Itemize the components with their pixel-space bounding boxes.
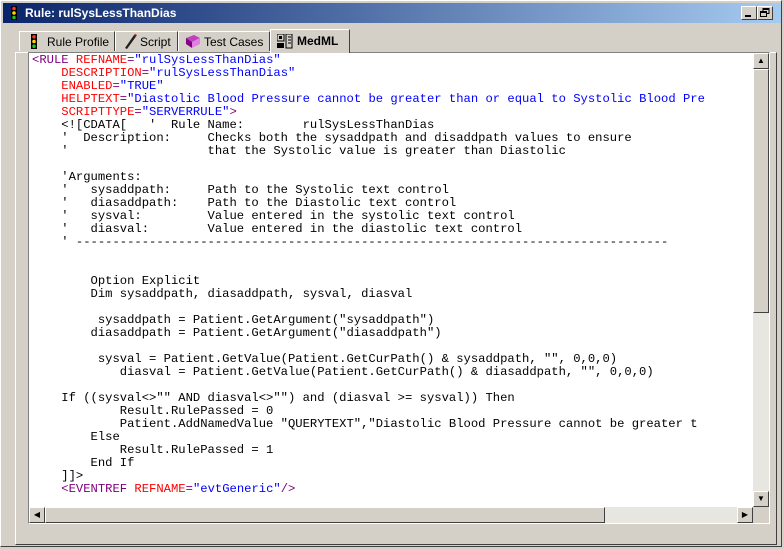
code-token: = bbox=[141, 66, 150, 80]
code-line: Dim sysaddpath, diasaddpath, sysval, dia… bbox=[32, 288, 756, 301]
arrow-up-icon: ▲ bbox=[757, 56, 765, 65]
code-line: diasval = Patient.GetValue(Patient.GetCu… bbox=[32, 366, 756, 379]
horizontal-scrollbar[interactable]: ◀ ▶ bbox=[29, 507, 753, 523]
code-token: DESCRIPTION bbox=[61, 66, 142, 80]
tab-medml[interactable]: MedML bbox=[270, 29, 350, 53]
tab-test-cases[interactable]: Test Cases bbox=[178, 31, 270, 51]
scroll-down-button[interactable]: ▼ bbox=[753, 491, 769, 507]
code-line: <EVENTREF REFNAME="evtGeneric"/> bbox=[32, 483, 756, 496]
code-token: = bbox=[134, 105, 142, 119]
arrow-down-icon: ▼ bbox=[757, 494, 765, 503]
code-token: diasval = Patient.GetValue(Patient.GetCu… bbox=[32, 365, 654, 379]
code-line: Result.RulePassed = 1 bbox=[32, 444, 756, 457]
minimize-icon bbox=[745, 15, 751, 17]
minimize-button[interactable] bbox=[741, 6, 757, 20]
code-line: ' --------------------------------------… bbox=[32, 236, 756, 249]
code-token: 'Arguments: bbox=[32, 170, 142, 184]
code-token: /> bbox=[280, 482, 296, 496]
book-icon bbox=[186, 35, 200, 48]
code-token: diasaddpath = Patient.GetArgument("diasa… bbox=[32, 326, 442, 340]
code-token: Patient.AddNamedValue "QUERYTEXT","Diast… bbox=[32, 417, 698, 431]
code-token: ENABLED bbox=[61, 79, 113, 93]
code-line: diasaddpath = Patient.GetArgument("diasa… bbox=[32, 327, 756, 340]
code-token: sysaddpath = Patient.GetArgument("sysadd… bbox=[32, 313, 435, 327]
code-token: "TRUE" bbox=[119, 79, 164, 93]
code-token: <EVENTREF bbox=[61, 482, 135, 496]
code-token: = bbox=[112, 79, 120, 93]
vertical-scrollbar[interactable]: ▲ ▼ bbox=[753, 53, 769, 507]
code-text[interactable]: <RULE REFNAME="rulSysLessThanDias" DESCR… bbox=[32, 54, 756, 506]
code-token: = bbox=[119, 92, 128, 106]
code-token: <![CDATA[ ' Rule Name: rulSysLessThanDia… bbox=[32, 118, 435, 132]
code-token: Dim sysaddpath, diasaddpath, sysval, dia… bbox=[32, 287, 413, 301]
code-token: HELPTEXT bbox=[61, 92, 120, 106]
code-token: ' that the Systolic value is greater tha… bbox=[32, 144, 566, 158]
vertical-scroll-thumb[interactable] bbox=[753, 69, 769, 313]
code-token: SCRIPTTYPE bbox=[61, 105, 135, 119]
tab-strip: Rule Profile Script Test Cases MedML bbox=[15, 29, 615, 53]
code-token: End If bbox=[32, 456, 135, 470]
tab-label: Script bbox=[140, 35, 171, 49]
code-token: Else bbox=[32, 430, 120, 444]
code-token: = bbox=[185, 482, 193, 496]
code-token: ' --------------------------------------… bbox=[32, 235, 669, 249]
tab-label: Rule Profile bbox=[47, 35, 110, 49]
scroll-left-button[interactable]: ◀ bbox=[29, 507, 45, 523]
code-token: Option Explicit bbox=[32, 274, 201, 288]
tab-label: Test Cases bbox=[204, 35, 264, 49]
pen-icon bbox=[125, 34, 137, 49]
horizontal-scroll-thumb[interactable] bbox=[45, 507, 605, 523]
code-token: Result.RulePassed = 0 bbox=[32, 404, 274, 418]
code-line: Patient.AddNamedValue "QUERYTEXT","Diast… bbox=[32, 418, 756, 431]
code-line: End If bbox=[32, 457, 756, 470]
tab-rule-profile[interactable]: Rule Profile bbox=[19, 31, 115, 51]
code-token: "Diastolic Blood Pressure cannot be grea… bbox=[127, 92, 705, 106]
code-token: Result.RulePassed = 1 bbox=[32, 443, 274, 457]
scrollbar-corner bbox=[753, 507, 769, 523]
traffic-light-icon bbox=[31, 34, 37, 49]
arrow-right-icon: ▶ bbox=[741, 510, 749, 519]
code-token: ]]> bbox=[32, 469, 84, 483]
code-token: sysval = Patient.GetValue(Patient.GetCur… bbox=[32, 352, 618, 366]
code-token: ' diasaddpath: Path to the Diastolic tex… bbox=[32, 196, 457, 210]
code-token: ' diasval: Value entered in the diastoli… bbox=[32, 222, 523, 236]
code-token: ' sysval: Value entered in the systolic … bbox=[32, 209, 515, 223]
medml-icon bbox=[277, 34, 293, 49]
code-token: REFNAME bbox=[134, 482, 186, 496]
scroll-up-button[interactable]: ▲ bbox=[753, 53, 769, 69]
tab-label: MedML bbox=[297, 34, 339, 48]
restore-icon bbox=[760, 8, 770, 17]
tab-script[interactable]: Script bbox=[115, 31, 178, 51]
scroll-right-button[interactable]: ▶ bbox=[737, 507, 753, 523]
code-token: "SERVERRULE" bbox=[141, 105, 230, 119]
medml-editor[interactable]: <RULE REFNAME="rulSysLessThanDias" DESCR… bbox=[28, 52, 770, 524]
title-bar[interactable]: Rule: rulSysLessThanDias bbox=[3, 3, 781, 23]
code-token: "evtGeneric" bbox=[192, 482, 281, 496]
arrow-left-icon: ◀ bbox=[33, 510, 41, 519]
code-token: ' sysaddpath: Path to the Systolic text … bbox=[32, 183, 449, 197]
code-token: If ((sysval<>"" AND diasval<>"") and (di… bbox=[32, 391, 515, 405]
code-token: "rulSysLessThanDias" bbox=[149, 66, 296, 80]
window-title: Rule: rulSysLessThanDias bbox=[25, 6, 177, 20]
traffic-light-icon bbox=[11, 6, 17, 20]
restore-button[interactable] bbox=[757, 6, 773, 20]
code-line: ' that the Systolic value is greater tha… bbox=[32, 145, 756, 158]
code-token: > bbox=[229, 105, 237, 119]
code-token: ' Description: Checks both the sysaddpat… bbox=[32, 131, 632, 145]
